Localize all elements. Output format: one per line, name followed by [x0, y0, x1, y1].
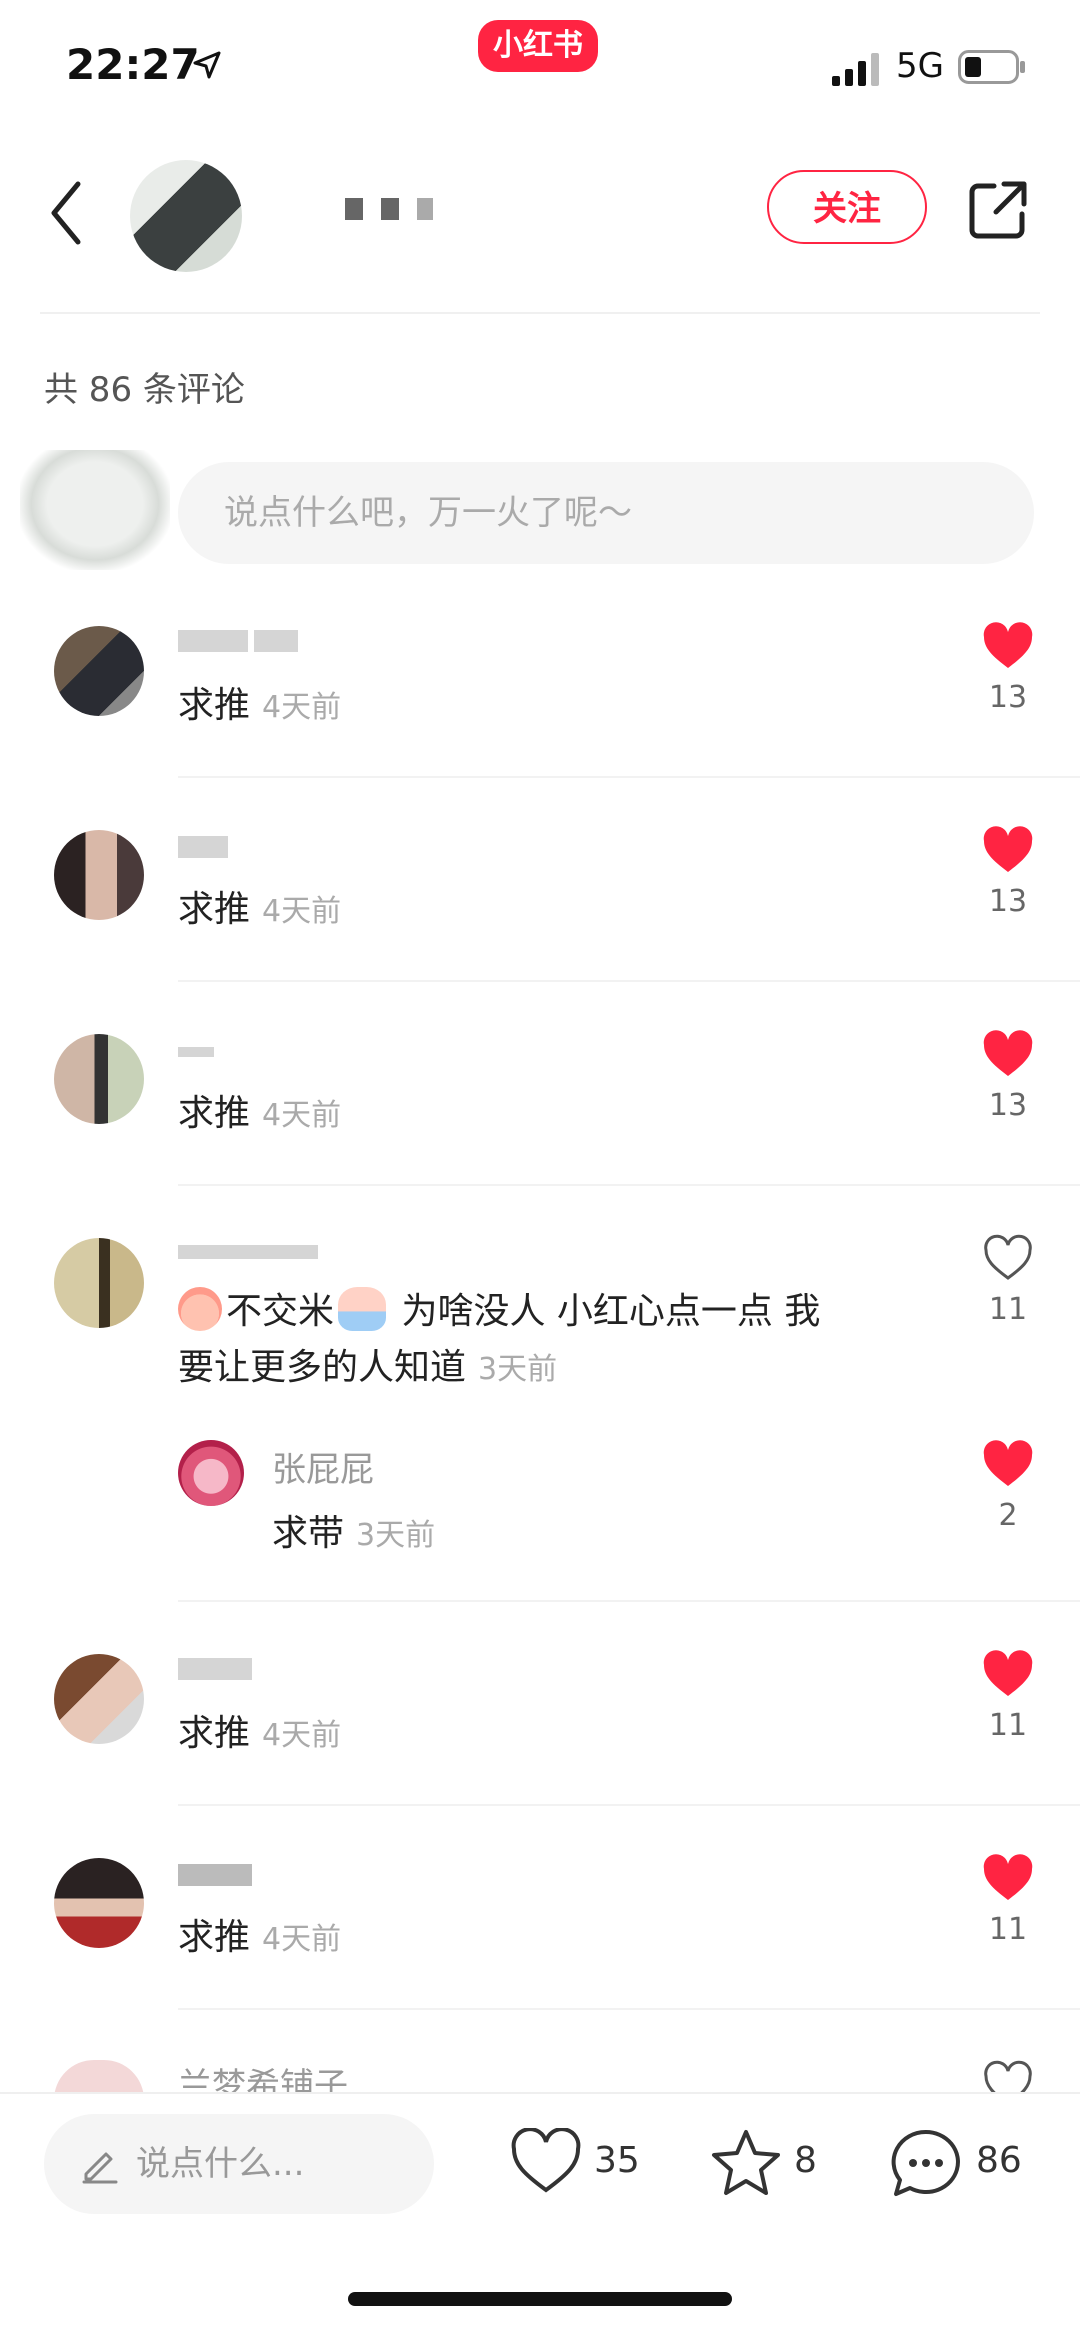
- cry-emoji-icon: [338, 1287, 387, 1331]
- like-button[interactable]: 11: [980, 1234, 1036, 1327]
- comment-item: 兰梦希铺子: [0, 2056, 1080, 2092]
- comment-text: 不交米 为啥没人 小红心点一点 我 要让更多的人知道 3天前: [178, 1284, 820, 1398]
- reply-author-name[interactable]: 张屁屁: [272, 1442, 374, 1491]
- blush-emoji-icon: [178, 1287, 222, 1331]
- reply-like-button[interactable]: 2: [980, 1440, 1036, 1533]
- comment-bubble-icon: [891, 2129, 960, 2196]
- commenter-name-redacted[interactable]: [178, 1864, 338, 1890]
- like-button[interactable]: [980, 2060, 1036, 2092]
- comment-time: 4天前: [262, 1718, 342, 1753]
- share-icon[interactable]: [968, 180, 1028, 240]
- like-count: 11: [988, 1292, 1028, 1327]
- follow-button[interactable]: 关注: [767, 170, 927, 244]
- comment-text: 求推 4天前: [178, 1917, 342, 1958]
- note-header: 关注: [0, 150, 1080, 310]
- like-count: 13: [988, 884, 1028, 919]
- star-outline-icon: [712, 2130, 780, 2195]
- comment-time: 4天前: [262, 690, 342, 725]
- commenter-avatar[interactable]: [54, 626, 144, 716]
- commenter-avatar[interactable]: [54, 1654, 144, 1744]
- commenter-avatar[interactable]: [54, 2060, 144, 2092]
- commenter-avatar[interactable]: [54, 1238, 144, 1328]
- signal-icon: [832, 53, 879, 86]
- reply-text: 求带 3天前: [272, 1513, 436, 1554]
- heart-filled-icon: [983, 1030, 1033, 1076]
- heart-filled-icon: [983, 1854, 1033, 1900]
- divider: [178, 1600, 1080, 1602]
- bottom-comment-input[interactable]: 说点什么...: [44, 2114, 434, 2214]
- like-count: 11: [988, 1912, 1028, 1947]
- divider: [178, 1804, 1080, 1806]
- comment-count: 共 86 条评论: [44, 370, 245, 410]
- divider: [40, 312, 1040, 314]
- like-button[interactable]: 13: [980, 1030, 1036, 1123]
- app-logo: 小红书: [478, 20, 598, 72]
- location-arrow-icon: [193, 51, 221, 79]
- my-avatar: [20, 450, 170, 570]
- like-total: 35: [594, 2140, 640, 2181]
- pen-icon: [82, 2152, 118, 2184]
- divider: [178, 980, 1080, 982]
- comment-text: 求推 4天前: [178, 889, 342, 930]
- heart-outline-icon: [984, 1234, 1032, 1280]
- status-bar: 22:27 小红书 5G: [0, 0, 1080, 130]
- bottom-action-bar: 说点什么... 35 8 86: [0, 2094, 1080, 2337]
- like-count: 13: [988, 680, 1028, 715]
- commenter-name[interactable]: 兰梦希铺子: [178, 2058, 478, 2092]
- commenter-avatar[interactable]: [54, 1034, 144, 1124]
- divider: [178, 2008, 1080, 2010]
- divider: [178, 1184, 1080, 1186]
- commenter-name-redacted[interactable]: [178, 1658, 338, 1684]
- like-button[interactable]: 13: [980, 826, 1036, 919]
- heart-filled-icon: [983, 826, 1033, 872]
- heart-outline-icon: [511, 2128, 581, 2193]
- heart-filled-icon: [983, 622, 1033, 668]
- commenter-avatar[interactable]: [54, 830, 144, 920]
- collect-total: 8: [794, 2140, 817, 2181]
- comment-text: 求推 4天前: [178, 1093, 342, 1134]
- heart-filled-icon: [983, 1650, 1033, 1696]
- comment-action[interactable]: 86: [890, 2128, 1040, 2200]
- heart-filled-icon: [983, 1440, 1033, 1486]
- comment-total: 86: [976, 2140, 1022, 2181]
- like-button[interactable]: 11: [980, 1650, 1036, 1743]
- collect-action[interactable]: 8: [710, 2128, 830, 2200]
- like-count: 2: [998, 1498, 1018, 1533]
- comment-time: 3天前: [478, 1352, 558, 1387]
- comment-time: 4天前: [262, 894, 342, 929]
- commenter-avatar[interactable]: [54, 1858, 144, 1948]
- network-label: 5G: [896, 46, 944, 86]
- reply-time: 3天前: [356, 1518, 436, 1553]
- clock: 22:27: [66, 40, 200, 89]
- author-avatar[interactable]: [130, 160, 242, 272]
- commenter-name-redacted[interactable]: [178, 1244, 338, 1270]
- divider: [178, 776, 1080, 778]
- like-button[interactable]: 11: [980, 1854, 1036, 1947]
- home-indicator[interactable]: [348, 2292, 732, 2306]
- reply-avatar[interactable]: [178, 1440, 244, 1506]
- comment-time: 4天前: [262, 1098, 342, 1133]
- like-count: 13: [988, 1088, 1028, 1123]
- commenter-name-redacted[interactable]: [178, 836, 338, 862]
- like-action[interactable]: 35: [510, 2128, 650, 2200]
- commenter-name-redacted[interactable]: [178, 630, 338, 656]
- heart-outline-icon: [984, 2060, 1032, 2092]
- comment-text: 求推 4天前: [178, 685, 342, 726]
- commenter-name-redacted[interactable]: [178, 1042, 338, 1068]
- comment-text: 求推 4天前: [178, 1713, 342, 1754]
- back-icon[interactable]: [44, 178, 88, 248]
- author-name-redacted[interactable]: [345, 198, 465, 224]
- like-button[interactable]: 13: [980, 622, 1036, 715]
- battery-icon: [958, 50, 1025, 84]
- like-count: 11: [988, 1708, 1028, 1743]
- comment-time: 4天前: [262, 1922, 342, 1957]
- comment-input[interactable]: 说点什么吧，万一火了呢～: [178, 462, 1034, 564]
